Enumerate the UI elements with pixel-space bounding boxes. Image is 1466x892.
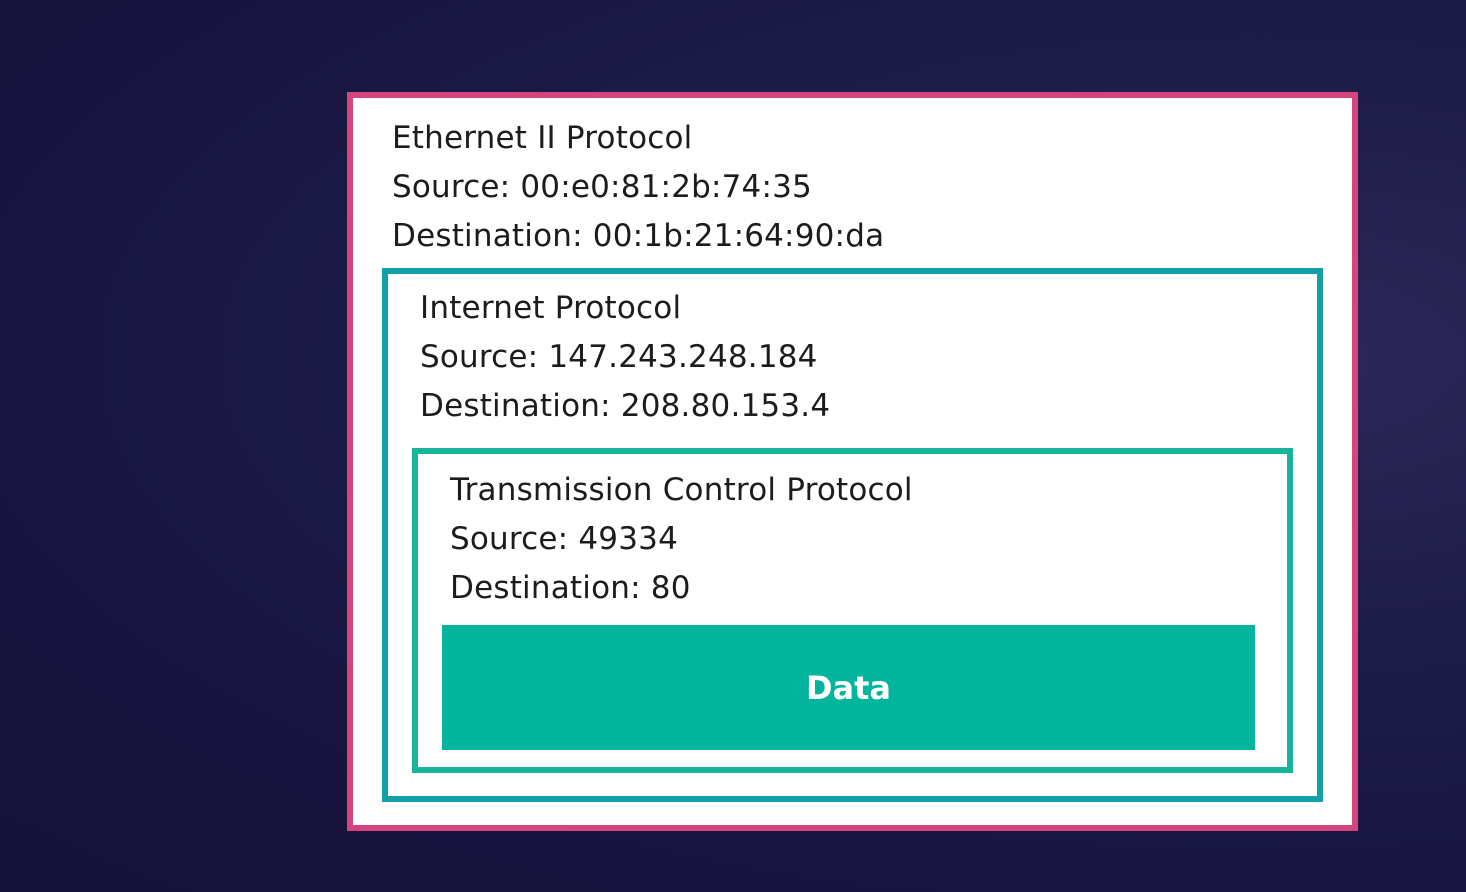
- ip-destination: Destination: 208.80.153.4: [420, 388, 831, 424]
- ip-source: Source: 147.243.248.184: [420, 339, 818, 375]
- ethernet-source: Source: 00:e0:81:2b:74:35: [392, 169, 812, 205]
- data-block: Data: [442, 625, 1255, 750]
- ip-title: Internet Protocol: [420, 290, 682, 326]
- ethernet-title: Ethernet II Protocol: [392, 120, 693, 156]
- tcp-title: Transmission Control Protocol: [450, 472, 913, 508]
- ethernet-destination: Destination: 00:1b:21:64:90:da: [392, 218, 885, 254]
- tcp-destination: Destination: 80: [450, 570, 691, 606]
- tcp-source: Source: 49334: [450, 521, 678, 557]
